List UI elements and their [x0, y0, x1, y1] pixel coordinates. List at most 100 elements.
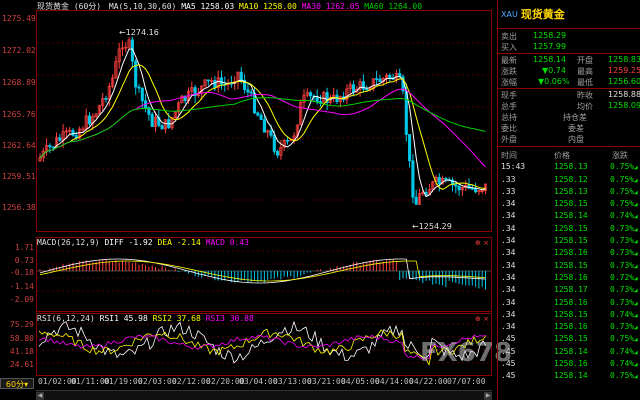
tick-time: .34 — [501, 248, 516, 258]
tick-price-header: 价格 — [554, 151, 570, 160]
tick-row: .34 1258.16 0.73% ◢ — [498, 247, 640, 259]
rsi1-value: RSI1 45.98 — [99, 314, 148, 323]
candle-body — [87, 115, 92, 125]
tick-change: 0.73% — [610, 223, 635, 233]
y-label: 1265.76 — [2, 110, 36, 119]
quote-header: XAU 现货黄金 — [498, 0, 640, 28]
macd-title: MACD(26,12,9) DIFF -1.92 DEA -2.14 MACD … — [37, 238, 249, 247]
tick-row: .45 1258.14 0.75% ◢ — [498, 370, 640, 382]
y-label: 1262.64 — [2, 141, 36, 150]
tick-list[interactable]: 时间 价格 涨跌 15:43 1258.13 0.75% ◢ .33 1258.12 0.7… — [498, 149, 640, 383]
tick-row: .34 1258.16 0.73% ◢ — [498, 297, 640, 309]
tick-row: .33 1258.13 0.75% ◢ — [498, 186, 640, 198]
tick-change: 0.73% — [610, 248, 635, 258]
tick-time: .45 — [501, 334, 516, 344]
candle-body — [378, 78, 382, 82]
macd-chart[interactable] — [37, 238, 491, 311]
rsi-title: RSI(6,12,24) RSI1 45.98 RSI2 37.68 RSI3 … — [37, 314, 254, 323]
tick-change-header: 涨跌 — [612, 151, 628, 160]
ma30-line — [39, 88, 486, 168]
tick-row: .34 1258.15 0.75% ◢ — [498, 198, 640, 210]
latest-value: 1258.14 — [533, 55, 567, 64]
diff-value: DIFF -1.92 — [104, 238, 153, 247]
tick-direction-icon: ◢ — [634, 373, 638, 381]
tick-direction-icon: ◢ — [634, 164, 638, 172]
candlestick-panel[interactable]: ←1274.16 ←1254.29 — [36, 10, 492, 232]
candle-body — [160, 125, 164, 130]
tick-row: .33 1258.12 0.75% ◢ — [498, 174, 640, 186]
tick-time: .34 — [501, 260, 516, 270]
tick-direction-icon: ◢ — [634, 311, 638, 319]
y-label: 1259.51 — [2, 172, 36, 181]
tick-time: .45 — [501, 346, 516, 356]
high-marker-value: 1274.16 — [125, 28, 159, 37]
period-select-button[interactable]: 60分▾ — [0, 378, 34, 389]
tick-time: .34 — [501, 272, 516, 282]
candle-body — [48, 145, 52, 148]
scroll-right-button[interactable]: ▶ — [484, 392, 492, 400]
x-tick: 01/19:00 — [104, 377, 143, 386]
candle-body — [140, 87, 144, 102]
y-label: 58.80 — [9, 334, 34, 343]
macd-panel[interactable]: ⊕ × — [36, 237, 492, 312]
tick-time: .33 — [501, 174, 516, 184]
x-tick: 04/22:00 — [409, 377, 448, 386]
tick-change: 0.74% — [610, 309, 635, 319]
candlestick-chart[interactable] — [37, 11, 491, 231]
macd-value: MACD 0.43 — [205, 238, 249, 247]
tick-price: 1258.12 — [554, 174, 588, 184]
x-tick: 02/03:00 — [138, 377, 177, 386]
candle-body — [444, 178, 448, 181]
tick-time: .34 — [501, 236, 516, 246]
candle-body — [315, 96, 319, 102]
tick-change: 0.74% — [610, 346, 635, 356]
y-label: 1268.89 — [2, 78, 36, 87]
candle-body — [150, 114, 154, 127]
candle-body — [437, 176, 441, 185]
tick-change: 0.75% — [610, 174, 635, 184]
chart-scrollbar[interactable]: ◀ ▶ — [36, 390, 492, 400]
tick-time: .34 — [501, 199, 516, 209]
rsi2-line — [38, 328, 487, 367]
divider — [498, 28, 640, 29]
tick-time: .34 — [501, 322, 516, 332]
macd-panel-controls[interactable]: ⊕ × — [475, 239, 489, 247]
tick-direction-icon: ◢ — [634, 324, 638, 332]
x-tick: 03/13:00 — [273, 377, 312, 386]
rsi2-value: RSI2 37.68 — [152, 314, 201, 323]
tick-price: 1258.15 — [554, 223, 588, 233]
candle-body — [206, 79, 210, 82]
tick-time: .34 — [501, 297, 516, 307]
tick-price: 1258.14 — [554, 371, 588, 381]
instrument-name: 现货黄金 — [520, 8, 565, 21]
tick-price: 1258.16 — [554, 248, 588, 258]
candle-body — [249, 91, 253, 94]
pct-label: 涨幅 — [501, 78, 517, 87]
tick-time: .34 — [501, 309, 516, 319]
tick-direction-icon: ◢ — [634, 238, 638, 246]
tick-change: 0.75% — [610, 162, 635, 172]
candle-body — [259, 114, 263, 120]
tick-change: 0.75% — [610, 186, 635, 196]
candle-body — [351, 84, 356, 93]
quote-row-outer: 外盘 内盘 — [498, 133, 640, 145]
low-label: 最低 — [577, 78, 593, 87]
x-tick: 04/14:00 — [375, 377, 414, 386]
candle-body — [219, 77, 224, 85]
period-label: 60分 — [5, 380, 25, 389]
y-label: 1275.49 — [2, 14, 36, 23]
y-label: 0.73 — [14, 256, 34, 265]
y-label: -0.18 — [9, 268, 34, 277]
scroll-left-button[interactable]: ◀ — [36, 392, 44, 400]
tick-change: 0.73% — [610, 236, 635, 246]
y-label: 75.29 — [9, 320, 34, 329]
tick-price: 1258.15 — [554, 309, 588, 319]
candle-body — [262, 119, 266, 133]
rsi-panel-controls[interactable]: ⊕ × — [475, 315, 489, 323]
tick-direction-icon: ◢ — [634, 176, 638, 184]
buy-value: 1257.99 — [533, 42, 567, 51]
candle-body — [411, 160, 415, 198]
tick-price: 1258.15 — [554, 260, 588, 270]
candle-body — [365, 88, 369, 91]
tick-price: 1258.15 — [554, 236, 588, 246]
